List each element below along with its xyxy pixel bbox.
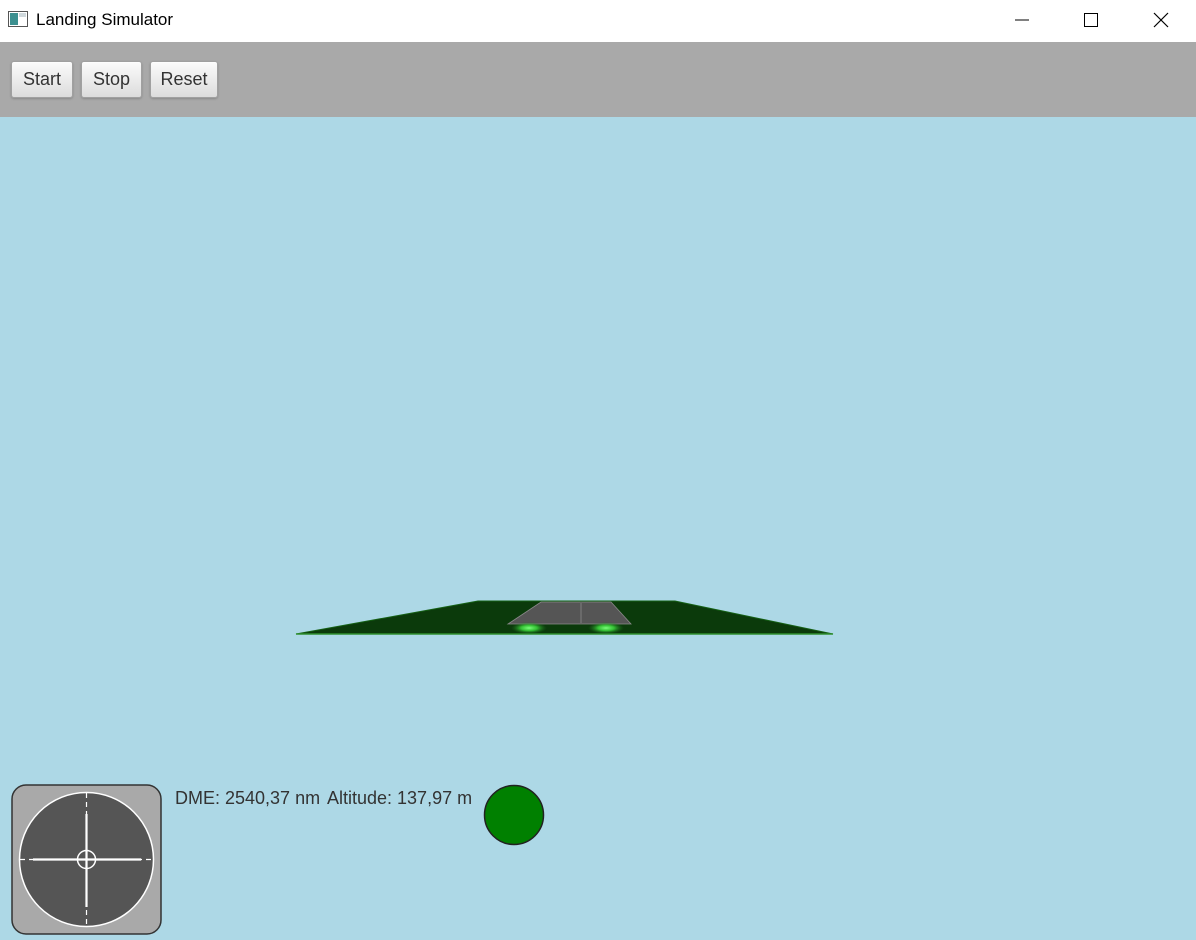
maximize-button[interactable]: [1056, 0, 1126, 40]
altitude-readout: Altitude: 137,97 m: [327, 788, 473, 808]
world-view: [295, 600, 834, 635]
close-icon: [1153, 12, 1169, 28]
title-bar: Landing Simulator: [0, 0, 1196, 42]
toolbar: Start Stop Reset: [0, 42, 1196, 117]
ils-indicator: [11, 784, 162, 935]
minimize-icon: [1015, 19, 1029, 21]
simulation-viewport[interactable]: DME: 2540,37 nm Altitude: 137,97 m: [0, 117, 1196, 940]
close-button[interactable]: [1126, 0, 1196, 40]
dme-readout: DME: 2540,37 nm: [175, 788, 321, 808]
start-button[interactable]: Start: [11, 61, 73, 98]
approach-light-left: [511, 622, 547, 634]
app-icon: [8, 11, 28, 27]
approach-light-right: [588, 622, 624, 634]
stop-button[interactable]: Stop: [81, 61, 142, 98]
window-title: Landing Simulator: [36, 10, 174, 29]
app-window: Landing Simulator Start Stop Reset DME: …: [0, 0, 1196, 940]
status-light: [483, 784, 545, 846]
maximize-icon: [1084, 13, 1098, 27]
minimize-button[interactable]: [987, 0, 1057, 40]
reset-button[interactable]: Reset: [150, 61, 218, 98]
